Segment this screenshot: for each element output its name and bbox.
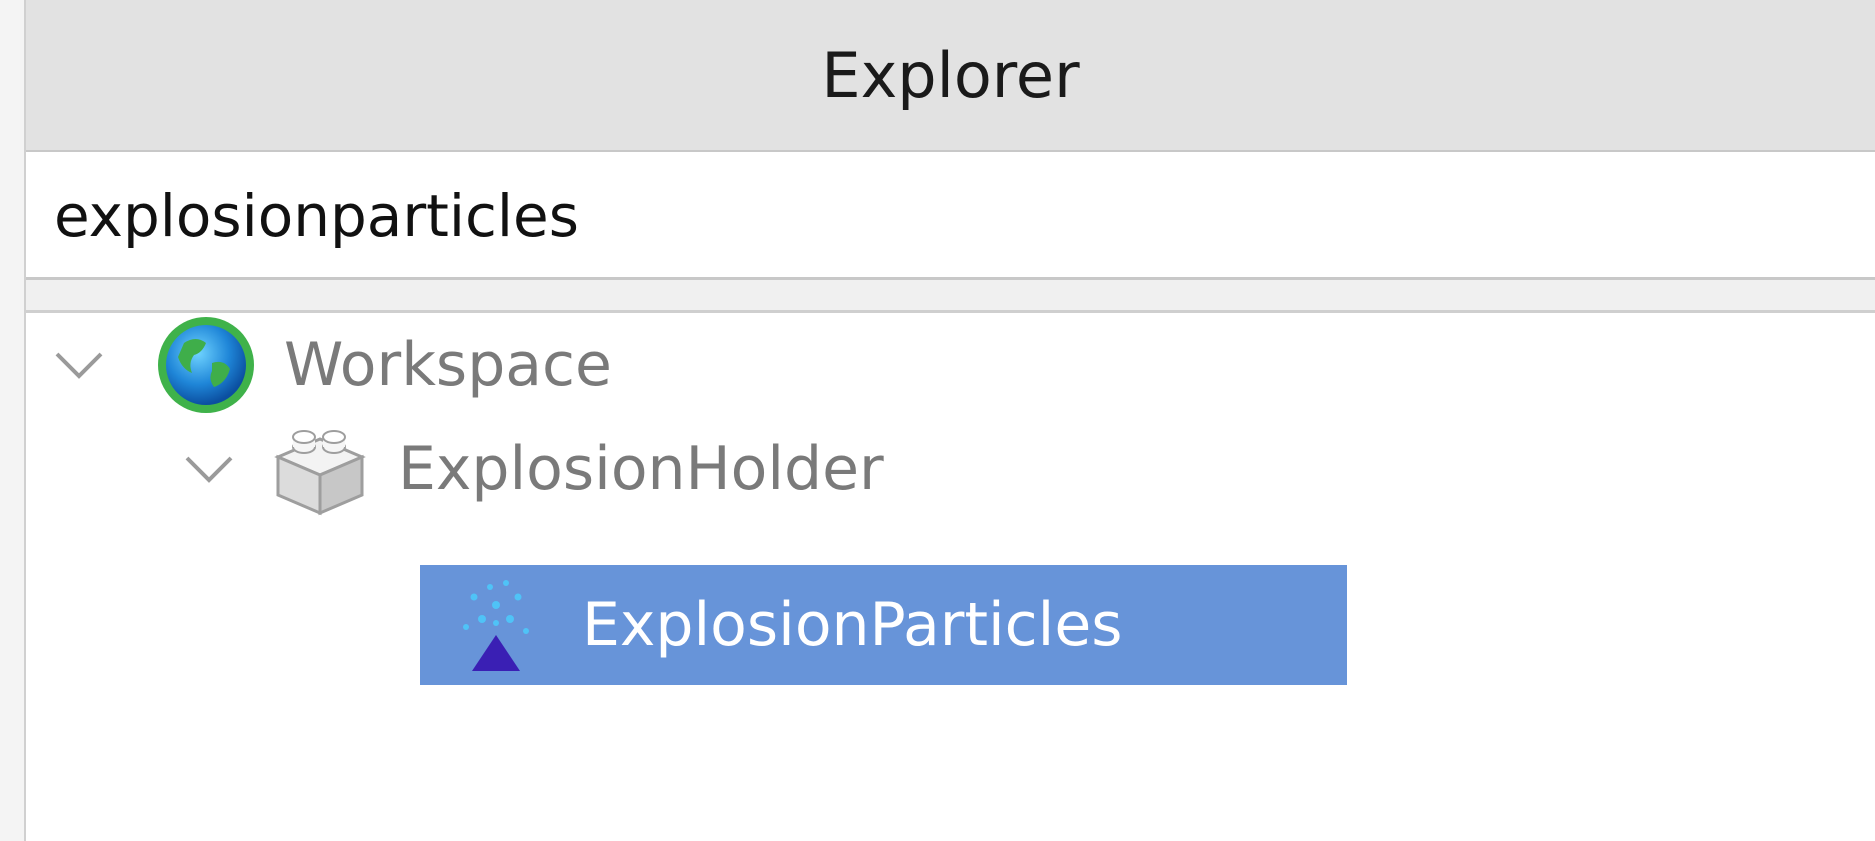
tree-item-explosionholder[interactable]: ExplosionHolder	[174, 409, 884, 529]
particle-emitter-icon	[442, 571, 550, 679]
explorer-tree: Workspace ExplosionHolder ExplosionParti…	[26, 310, 1875, 841]
model-icon	[266, 415, 374, 523]
tree-item-label: Workspace	[284, 330, 612, 400]
explorer-panel: Explorer explosionparticles Workspace Ex…	[24, 0, 1875, 841]
globe-icon	[152, 311, 260, 419]
tree-item-explosionparticles[interactable]: ExplosionParticles	[420, 565, 1347, 685]
left-edge-strip	[0, 0, 24, 841]
panel-title: Explorer	[821, 38, 1080, 112]
tree-item-label: ExplosionHolder	[398, 434, 884, 504]
explorer-window: Explorer explosionparticles Workspace Ex…	[0, 0, 1875, 841]
chevron-down-icon[interactable]	[44, 340, 114, 390]
search-input[interactable]	[54, 176, 1854, 256]
chevron-down-icon[interactable]	[174, 444, 244, 494]
panel-header: Explorer	[26, 0, 1875, 150]
search-bar	[26, 150, 1875, 280]
tree-item-workspace[interactable]: Workspace	[44, 305, 612, 425]
tree-item-label: ExplosionParticles	[582, 590, 1123, 660]
